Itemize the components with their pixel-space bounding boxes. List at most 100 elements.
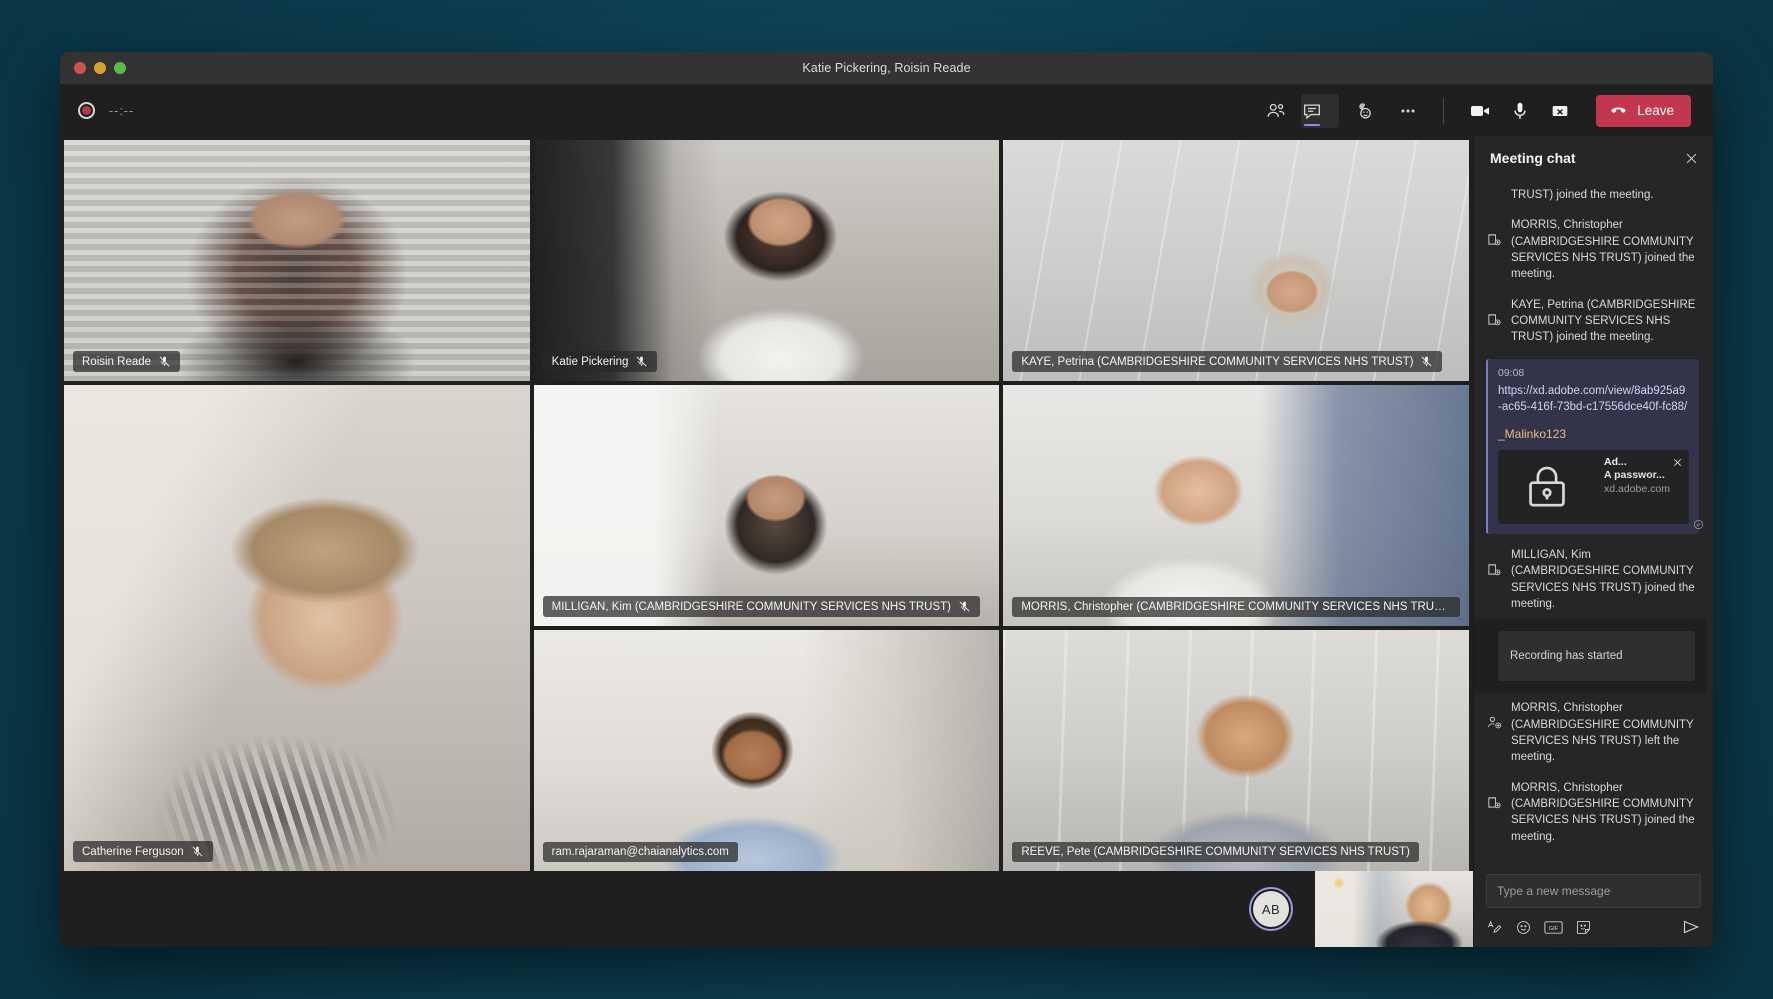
chat-message: MORRIS, Christopher (CAMBRIDGESHIRE COMM… — [1474, 693, 1707, 772]
chat-message-text: TRUST) joined the meeting. — [1511, 189, 1654, 201]
message-input[interactable]: Type a new message — [1486, 874, 1701, 908]
chat-message: MORRIS, Christopher (CAMBRIDGESHIRE COMM… — [1474, 210, 1707, 289]
participant-name: MILLIGAN, Kim (CAMBRIDGESHIRE COMMUNITY … — [551, 600, 952, 613]
join-meeting-icon — [1488, 797, 1501, 808]
toolbar-divider — [1443, 97, 1445, 124]
recording-notice-wrapper: Recording has started — [1474, 619, 1707, 694]
nameplate: ram.rajaraman@chaianalytics.com — [542, 842, 738, 862]
video-tile-roisin-reade[interactable]: Roisin Reade — [64, 140, 530, 381]
join-meeting-icon — [1488, 234, 1501, 246]
gif-icon[interactable]: GIF — [1544, 920, 1563, 935]
nameplate: MORRIS, Christopher (CAMBRIDGESHIRE COMM… — [1012, 597, 1460, 617]
share-screen-button[interactable] — [1540, 94, 1580, 128]
toggle-camera-button[interactable] — [1460, 94, 1500, 128]
self-view-tile[interactable] — [1315, 871, 1473, 947]
meeting-toolbar: --:-- Leave — [60, 85, 1713, 136]
camera-icon — [1471, 105, 1490, 116]
sticker-icon — [1577, 920, 1590, 934]
svg-text:GIF: GIF — [1549, 925, 1559, 931]
window-controls — [60, 62, 126, 74]
participant-name: MORRIS, Christopher (CAMBRIDGESHIRE COMM… — [1021, 601, 1451, 613]
video-tile-katie-pickering[interactable]: Katie Pickering — [533, 140, 1000, 381]
chat-message-text: MORRIS, Christopher (CAMBRIDGESHIRE COMM… — [1511, 702, 1694, 764]
send-message-button[interactable] — [1681, 917, 1701, 937]
leave-meeting-icon — [1486, 714, 1503, 736]
video-stage: Roisin Reade Katie Pickering KAYE, Petri… — [60, 136, 1473, 947]
show-participants-button[interactable] — [1257, 94, 1295, 128]
muted-mic-icon — [636, 356, 647, 367]
close-link-preview-button[interactable] — [1672, 455, 1683, 473]
video-tile-kaye-petrina[interactable]: KAYE, Petrina (CAMBRIDGESHIRE COMMUNITY … — [1003, 140, 1469, 381]
emoji-icon — [1517, 920, 1530, 934]
window-titlebar: Katie Pickering, Roisin Reade — [60, 52, 1713, 85]
join-meeting-icon — [1486, 794, 1503, 816]
link-preview-card[interactable]: Ad... A passwor... xd.adobe.com — [1498, 449, 1689, 524]
message-timestamp: 09:08 — [1498, 366, 1525, 379]
participant-name: Katie Pickering — [551, 355, 629, 368]
link-preview-domain: xd.adobe.com — [1604, 483, 1670, 496]
people-icon — [1267, 103, 1285, 117]
toggle-mic-button[interactable] — [1500, 94, 1540, 128]
muted-mic-icon — [1421, 356, 1432, 367]
video-tile-ram-rajaraman[interactable]: ram.rajaraman@chaianalytics.com — [533, 630, 1000, 871]
join-meeting-icon — [1486, 231, 1503, 253]
close-window-button[interactable] — [74, 62, 86, 74]
chat-message: TRUST) joined the meeting. — [1474, 180, 1707, 210]
chat-compose-area: Type a new message GIF — [1474, 864, 1713, 947]
lock-icon — [1529, 466, 1565, 507]
microphone-icon — [1514, 102, 1526, 119]
meeting-timer: --:-- — [109, 103, 135, 118]
link-preview-thumbnail — [1498, 450, 1596, 524]
nameplate: MILLIGAN, Kim (CAMBRIDGESHIRE COMMUNITY … — [542, 596, 981, 617]
participant-name: ram.rajaraman@chaianalytics.com — [551, 846, 729, 858]
participant-name: KAYE, Petrina (CAMBRIDGESHIRE COMMUNITY … — [1021, 355, 1414, 368]
format-icon — [1487, 920, 1502, 933]
chat-message: KAYE, Petrina (CAMBRIDGESHIRE COMMUNITY … — [1474, 290, 1707, 353]
toolbar-icon-group — [1257, 93, 1427, 128]
message-input-placeholder: Type a new message — [1497, 884, 1611, 898]
nameplate: Katie Pickering — [542, 351, 658, 372]
window-title: Katie Pickering, Roisin Reade — [802, 61, 971, 75]
video-tile-catherine-ferguson[interactable]: Catherine Ferguson — [64, 385, 530, 871]
leave-meeting-button[interactable]: Leave — [1596, 94, 1691, 127]
show-reactions-button[interactable] — [1345, 94, 1383, 128]
participant-name: REEVE, Pete (CAMBRIDGESHIRE COMMUNITY SE… — [1021, 846, 1410, 858]
chat-message: MORRIS, Christopher (CAMBRIDGESHIRE COMM… — [1474, 773, 1707, 852]
minimize-window-button[interactable] — [94, 62, 106, 74]
close-icon — [1673, 458, 1682, 467]
chat-message-text: MORRIS, Christopher (CAMBRIDGESHIRE COMM… — [1511, 219, 1695, 281]
hangup-icon — [1611, 107, 1626, 113]
delivered-check-icon — [1693, 519, 1704, 529]
muted-mic-icon — [159, 356, 170, 367]
chat-message-list[interactable]: TRUST) joined the meeting. MORRIS, Chris… — [1474, 180, 1713, 864]
message-link[interactable]: https://xd.adobe.com/view/8ab925a9-ac65-… — [1498, 383, 1689, 416]
recording-dot-icon — [78, 102, 95, 119]
join-meeting-icon — [1488, 564, 1501, 576]
format-icon[interactable] — [1486, 919, 1503, 936]
chat-link-message[interactable]: 09:08 https://xd.adobe.com/view/8ab925a9… — [1486, 358, 1699, 534]
teams-meeting-window: Katie Pickering, Roisin Reade --:-- Leav… — [60, 52, 1713, 947]
sticker-icon[interactable] — [1575, 919, 1592, 936]
close-icon — [1686, 153, 1697, 163]
chat-message-text: MORRIS, Christopher (CAMBRIDGESHIRE COMM… — [1511, 781, 1695, 843]
emoji-icon[interactable] — [1515, 919, 1532, 936]
video-tile-milligan-kim[interactable]: MILLIGAN, Kim (CAMBRIDGESHIRE COMMUNITY … — [533, 385, 1000, 626]
link-preview-description: A passwor... — [1604, 468, 1665, 481]
video-tile-morris-christopher[interactable]: MORRIS, Christopher (CAMBRIDGESHIRE COMM… — [1003, 385, 1469, 626]
nameplate: Roisin Reade — [73, 351, 181, 372]
muted-mic-icon — [959, 601, 970, 612]
compose-toolbar: GIF — [1486, 917, 1701, 937]
maximize-window-button[interactable] — [114, 62, 126, 74]
more-actions-button[interactable] — [1389, 94, 1427, 128]
ellipsis-icon — [1401, 109, 1415, 112]
video-tile-reeve-pete[interactable]: REEVE, Pete (CAMBRIDGESHIRE COMMUNITY SE… — [1003, 630, 1469, 871]
show-conversation-button[interactable] — [1301, 93, 1340, 128]
recording-status: --:-- — [78, 102, 134, 119]
meeting-body: Roisin Reade Katie Pickering KAYE, Petri… — [60, 136, 1713, 947]
stage-footer: AB — [60, 871, 1473, 947]
chat-message: MILLIGAN, Kim (CAMBRIDGESHIRE COMMUNITY … — [1474, 540, 1707, 619]
nameplate: REEVE, Pete (CAMBRIDGESHIRE COMMUNITY SE… — [1012, 842, 1419, 862]
join-meeting-icon — [1486, 311, 1503, 333]
participant-name: Roisin Reade — [82, 355, 152, 368]
close-chat-button[interactable] — [1684, 151, 1699, 166]
